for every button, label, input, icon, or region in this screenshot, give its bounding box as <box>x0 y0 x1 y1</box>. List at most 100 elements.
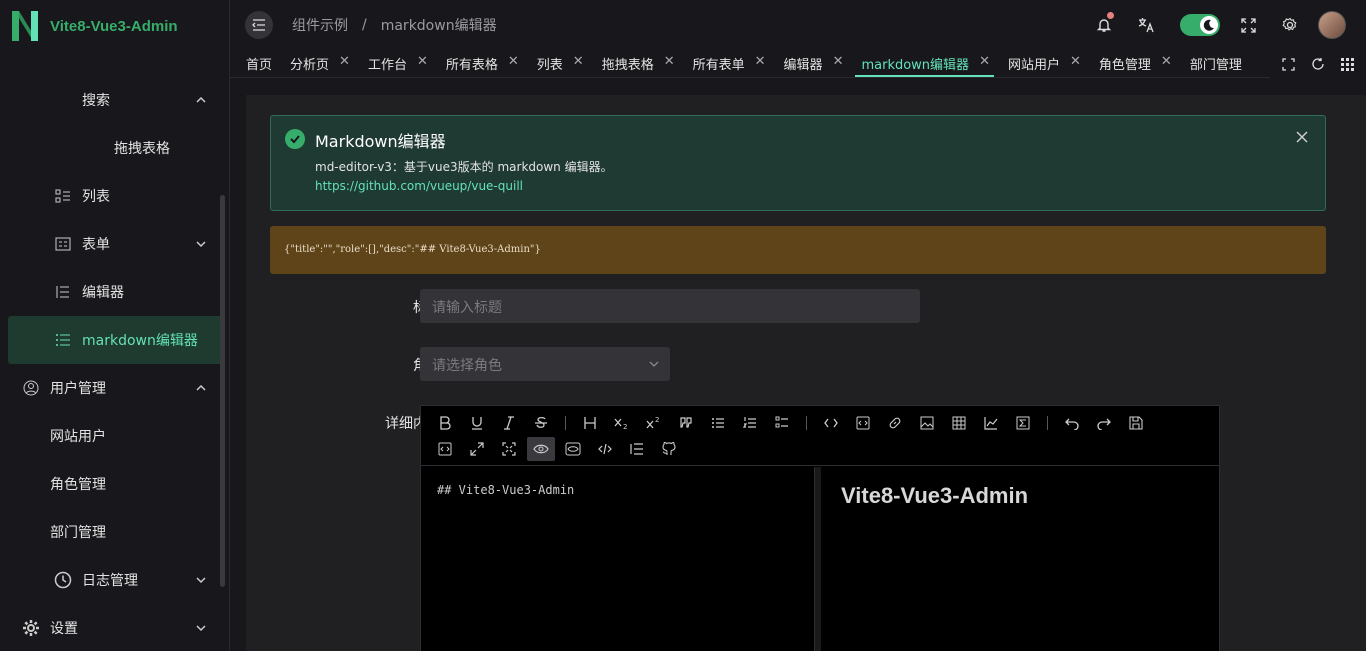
settings-button[interactable] <box>1274 10 1306 40</box>
chevron-up-icon <box>196 384 206 391</box>
close-icon[interactable]: ✕ <box>417 54 428 69</box>
tab-workbench[interactable]: 工作台 ✕ <box>350 50 428 78</box>
alert-link[interactable]: https://github.com/vueup/vue-quill <box>315 179 523 193</box>
app-root: Vite8-Vue3-Admin 搜索 拖拽表格 列表 表单 编辑器 markd… <box>0 0 1366 651</box>
bold-icon[interactable] <box>431 411 459 435</box>
tab-analysis[interactable]: 分析页 ✕ <box>272 50 350 78</box>
tab-home[interactable]: 首页 <box>230 50 272 78</box>
info-alert: Markdown编辑器 md-editor-v3：基于vue3版本的 markd… <box>270 115 1326 211</box>
source-code-icon[interactable] <box>591 437 619 461</box>
close-icon[interactable]: ✕ <box>833 54 844 69</box>
toolbar-divider <box>1047 416 1048 430</box>
redo-icon[interactable] <box>1090 411 1118 435</box>
code-block-icon[interactable] <box>849 411 877 435</box>
tab-departments[interactable]: 部门管理 <box>1172 50 1242 78</box>
preview-heading: Vite8-Vue3-Admin <box>841 483 1029 508</box>
sidebar-item-departments[interactable]: 部门管理 <box>0 508 222 556</box>
preview-icon[interactable] <box>527 437 555 461</box>
code-icon[interactable] <box>817 411 845 435</box>
sidebar-item-list[interactable]: 列表 <box>0 172 222 220</box>
task-list-icon[interactable] <box>768 411 796 435</box>
tab-all-tables[interactable]: 所有表格 ✕ <box>428 50 519 78</box>
sidebar-item-settings[interactable]: 设置 <box>0 604 222 651</box>
user-avatar[interactable] <box>1318 11 1346 39</box>
language-button[interactable] <box>1130 10 1162 40</box>
fullscreen-button[interactable] <box>1232 10 1264 40</box>
sidebar-item-drag-table[interactable]: 拖拽表格 <box>0 124 222 172</box>
form-row-role: 角色* 请选择角色 <box>270 347 1366 381</box>
tab-label: 网站用户 <box>1007 58 1060 73</box>
ordered-list-icon[interactable] <box>736 411 764 435</box>
tab-label: 角色管理 <box>1098 58 1151 73</box>
tab-site-users[interactable]: 网站用户 ✕ <box>990 50 1081 78</box>
close-icon[interactable]: ✕ <box>573 54 584 69</box>
sidebar-item-site-users[interactable]: 网站用户 <box>0 412 222 460</box>
html-preview-icon[interactable] <box>559 437 587 461</box>
undo-icon[interactable] <box>1058 411 1086 435</box>
sidebar-scrollbar[interactable] <box>220 195 225 587</box>
underline-icon[interactable] <box>463 411 491 435</box>
markdown-source-editor[interactable]: ## Vite8-Vue3-Admin <box>421 467 815 651</box>
tab-drag-table[interactable]: 拖拽表格 ✕ <box>584 50 675 78</box>
notification-button[interactable] <box>1088 10 1120 40</box>
breadcrumb-current: markdown编辑器 <box>380 18 497 34</box>
tab-label: 首页 <box>246 58 273 73</box>
image-icon[interactable] <box>913 411 941 435</box>
subscript-icon[interactable]: 2 <box>608 411 636 435</box>
sidebar-item-label: 拖拽表格 <box>114 141 170 157</box>
close-icon[interactable]: ✕ <box>664 54 675 69</box>
link-icon[interactable] <box>881 411 909 435</box>
close-icon[interactable]: ✕ <box>508 54 519 69</box>
italic-icon[interactable] <box>495 411 523 435</box>
tab-list[interactable]: 列表 ✕ <box>519 50 584 78</box>
sidebar-item-markdown-editor[interactable]: markdown编辑器 <box>8 316 222 364</box>
breadcrumb-item[interactable]: 组件示例 <box>292 15 348 35</box>
tab-roles[interactable]: 角色管理 ✕ <box>1081 50 1172 78</box>
quote-icon[interactable] <box>672 411 700 435</box>
theme-toggle[interactable] <box>1180 14 1220 36</box>
close-icon[interactable]: ✕ <box>979 54 990 69</box>
sidebar-item-label: markdown编辑器 <box>82 333 198 349</box>
collapse-sidebar-button[interactable] <box>245 11 273 39</box>
close-icon[interactable] <box>1295 130 1309 144</box>
close-icon[interactable]: ✕ <box>1161 54 1172 69</box>
sidebar-item-editor[interactable]: 编辑器 <box>0 268 222 316</box>
page-fullscreen-icon[interactable] <box>463 437 491 461</box>
grid-menu-icon[interactable] <box>1341 57 1354 71</box>
formula-icon[interactable] <box>1009 411 1037 435</box>
github-icon[interactable] <box>655 437 683 461</box>
fullscreen-icon[interactable] <box>1282 57 1295 71</box>
sidebar-item-logs[interactable]: 日志管理 <box>0 556 222 604</box>
tab-editor[interactable]: 编辑器 ✕ <box>766 50 844 78</box>
superscript-icon[interactable]: 2 <box>640 411 668 435</box>
tab-markdown-editor[interactable]: markdown编辑器 ✕ <box>843 50 994 78</box>
chart-icon[interactable] <box>977 411 1005 435</box>
prettier-icon[interactable] <box>431 437 459 461</box>
sidebar-item-form[interactable]: 表单 <box>0 220 222 268</box>
header: 组件示例 / markdown编辑器 <box>230 0 1366 50</box>
logo[interactable]: Vite8-Vue3-Admin <box>0 0 229 52</box>
tab-label: 拖拽表格 <box>601 58 654 73</box>
sidebar-item-roles[interactable]: 角色管理 <box>0 460 222 508</box>
tab-label: 编辑器 <box>783 58 823 73</box>
tab-all-forms[interactable]: 所有表单 ✕ <box>675 50 766 78</box>
sidebar-item-search[interactable]: 搜索 <box>0 76 222 124</box>
title-input[interactable]: 请输入标题 <box>420 289 920 323</box>
unordered-list-icon[interactable] <box>704 411 732 435</box>
sidebar-item-label: 角色管理 <box>50 477 106 493</box>
close-icon[interactable]: ✕ <box>1070 54 1081 69</box>
role-select[interactable]: 请选择角色 <box>420 347 670 381</box>
catalog-icon[interactable] <box>623 437 651 461</box>
save-icon[interactable] <box>1122 411 1150 435</box>
fullscreen-icon[interactable] <box>495 437 523 461</box>
app-title: Vite8-Vue3-Admin <box>50 17 178 35</box>
close-icon[interactable]: ✕ <box>755 54 766 69</box>
strikethrough-icon[interactable] <box>527 411 555 435</box>
heading-icon[interactable] <box>576 411 604 435</box>
refresh-icon[interactable] <box>1311 57 1325 71</box>
tab-label: 工作台 <box>367 58 407 73</box>
close-icon[interactable]: ✕ <box>339 54 350 69</box>
table-icon[interactable] <box>945 411 973 435</box>
check-circle-icon <box>285 129 305 149</box>
sidebar-item-user-management[interactable]: 用户管理 <box>0 364 222 412</box>
